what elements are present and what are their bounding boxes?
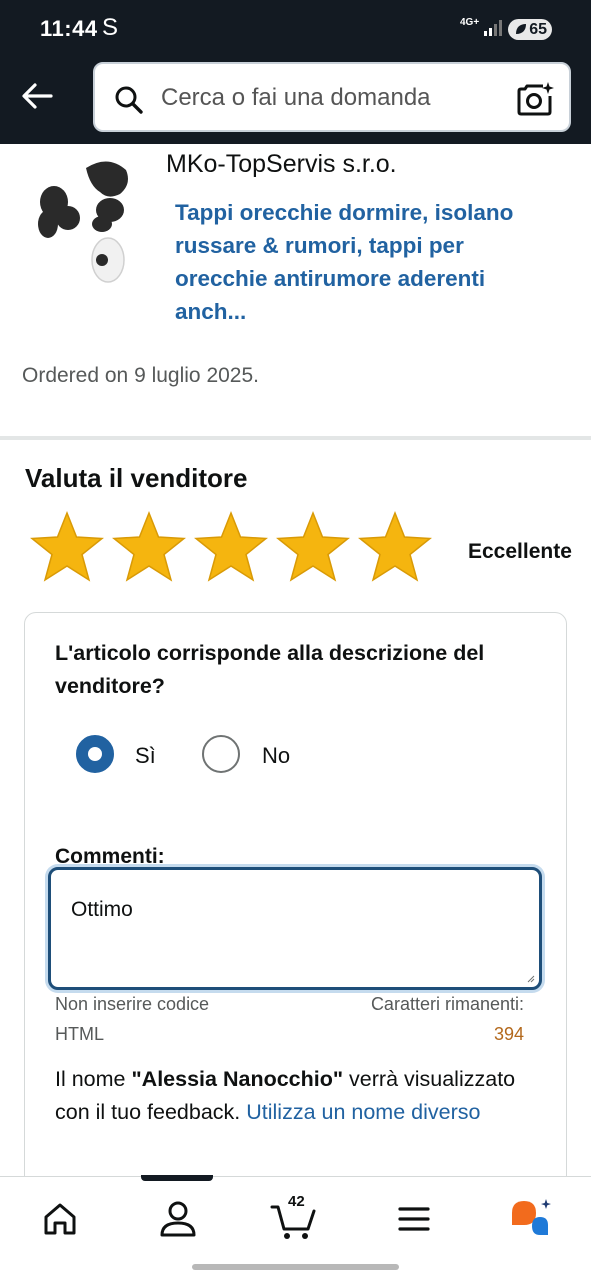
order-date: Ordered on 9 luglio 2025. — [22, 364, 259, 387]
radio-no-label[interactable]: No — [262, 743, 290, 769]
product-image[interactable] — [28, 154, 134, 288]
camera-search-icon[interactable] — [515, 80, 555, 120]
star-rating[interactable] — [28, 510, 448, 590]
name-note-prefix: Il nome — [55, 1067, 132, 1091]
section-divider — [0, 436, 591, 440]
remaining-count: 394 — [493, 1024, 524, 1044]
active-tab-indicator — [141, 1175, 213, 1181]
status-carrier-glyph: S — [102, 14, 119, 41]
use-different-name-link[interactable]: Utilizza un nome diverso — [246, 1100, 480, 1124]
radio-no[interactable] — [202, 735, 240, 773]
remaining-characters: Caratteri rimanenti: 394 — [371, 989, 524, 1049]
app-header — [0, 58, 591, 144]
star-icon-2[interactable] — [110, 510, 188, 586]
search-input[interactable] — [161, 78, 491, 118]
status-bar: 11:44 S 4G+ 65 — [0, 0, 591, 58]
resize-handle-icon[interactable] — [527, 975, 535, 983]
product-title-link[interactable]: Tappi orecchie dormire, isolano russare … — [175, 196, 555, 328]
menu-icon[interactable] — [390, 1197, 438, 1241]
cart-button[interactable]: 42 — [270, 1193, 318, 1241]
comments-label: Commenti: — [55, 845, 165, 868]
feedback-card: L'articolo corrisponde alla descrizione … — [24, 612, 567, 1212]
star-icon-4[interactable] — [274, 510, 352, 586]
network-type: 4G+ — [460, 17, 480, 28]
rating-label: Eccellente — [468, 540, 572, 563]
battery-level: 65 — [529, 21, 547, 38]
account-icon[interactable] — [154, 1197, 202, 1241]
remaining-label: Caratteri rimanenti: — [370, 994, 524, 1014]
radio-yes[interactable] — [76, 735, 114, 773]
comment-textarea[interactable]: Ottimo — [48, 867, 542, 990]
battery-saver-icon — [516, 24, 526, 34]
battery-indicator: 65 — [508, 19, 552, 40]
seller-name: MKo-TopServis s.r.o. — [166, 150, 397, 178]
description-match-question: L'articolo corrisponde alla descrizione … — [55, 641, 485, 698]
rate-seller-heading: Valuta il venditore — [25, 463, 248, 493]
cart-count: 42 — [288, 1193, 305, 1210]
star-icon-5[interactable] — [356, 510, 434, 586]
comment-value: Ottimo — [71, 898, 133, 921]
star-icon-3[interactable] — [192, 510, 270, 586]
html-hint: Non inserire codice HTML — [55, 994, 210, 1044]
signal-icon — [484, 20, 502, 36]
search-icon — [115, 86, 143, 114]
search-bar[interactable] — [93, 62, 571, 132]
home-icon[interactable] — [36, 1197, 84, 1241]
status-time: 11:44 — [40, 16, 98, 41]
radio-yes-label[interactable]: Sì — [135, 743, 156, 769]
star-icon-1[interactable] — [28, 510, 106, 586]
gesture-home-bar[interactable] — [192, 1264, 399, 1270]
back-arrow-icon[interactable] — [18, 76, 58, 116]
name-visibility-note: Il nome "Alessia Nanocchio" verrà visual… — [55, 1063, 545, 1129]
rufus-assistant-icon[interactable] — [506, 1197, 554, 1241]
reviewer-name: "Alessia Nanocchio" — [131, 1067, 344, 1091]
